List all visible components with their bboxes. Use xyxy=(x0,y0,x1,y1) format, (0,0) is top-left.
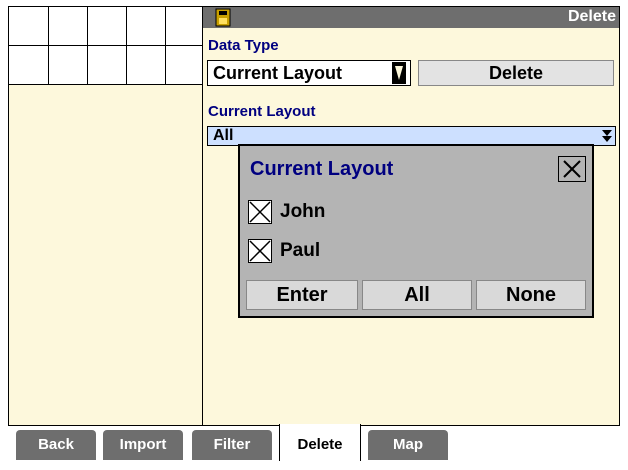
current-layout-label: Current Layout xyxy=(208,103,316,120)
data-type-label: Data Type xyxy=(208,37,279,54)
check-x-icon xyxy=(249,201,271,223)
john-label: John xyxy=(280,201,326,222)
data-type-value: Current Layout xyxy=(213,63,343,83)
paul-label: Paul xyxy=(280,240,321,261)
tab-delete[interactable]: Delete xyxy=(279,424,361,461)
current-layout-select[interactable]: All xyxy=(207,126,616,146)
all-button[interactable]: All xyxy=(362,280,472,310)
checkbox-paul[interactable] xyxy=(248,239,272,263)
current-layout-dialog: Current Layout John Paul Enter All None xyxy=(238,144,594,318)
data-type-dropdown[interactable]: Current Layout xyxy=(207,60,411,86)
tab-filter[interactable]: Filter xyxy=(192,430,272,460)
page-title: Delete xyxy=(567,8,616,25)
enter-button[interactable]: Enter xyxy=(246,280,358,310)
checkbox-john[interactable] xyxy=(248,200,272,224)
close-icon xyxy=(563,160,581,178)
left-grid xyxy=(9,7,202,85)
dialog-title: Current Layout xyxy=(250,158,394,180)
current-layout-value: All xyxy=(213,127,234,144)
check-x-icon xyxy=(249,240,271,262)
close-button[interactable] xyxy=(558,156,586,182)
left-panel xyxy=(9,86,202,424)
delete-button[interactable]: Delete xyxy=(418,60,614,86)
tab-back[interactable]: Back xyxy=(16,430,96,460)
tab-map[interactable]: Map xyxy=(368,430,448,460)
header-bar xyxy=(203,7,619,28)
double-chevron-down-icon xyxy=(602,130,612,142)
storage-icon xyxy=(215,8,231,27)
tab-import[interactable]: Import xyxy=(103,430,183,460)
chevron-down-icon xyxy=(392,62,406,84)
none-button[interactable]: None xyxy=(476,280,586,310)
